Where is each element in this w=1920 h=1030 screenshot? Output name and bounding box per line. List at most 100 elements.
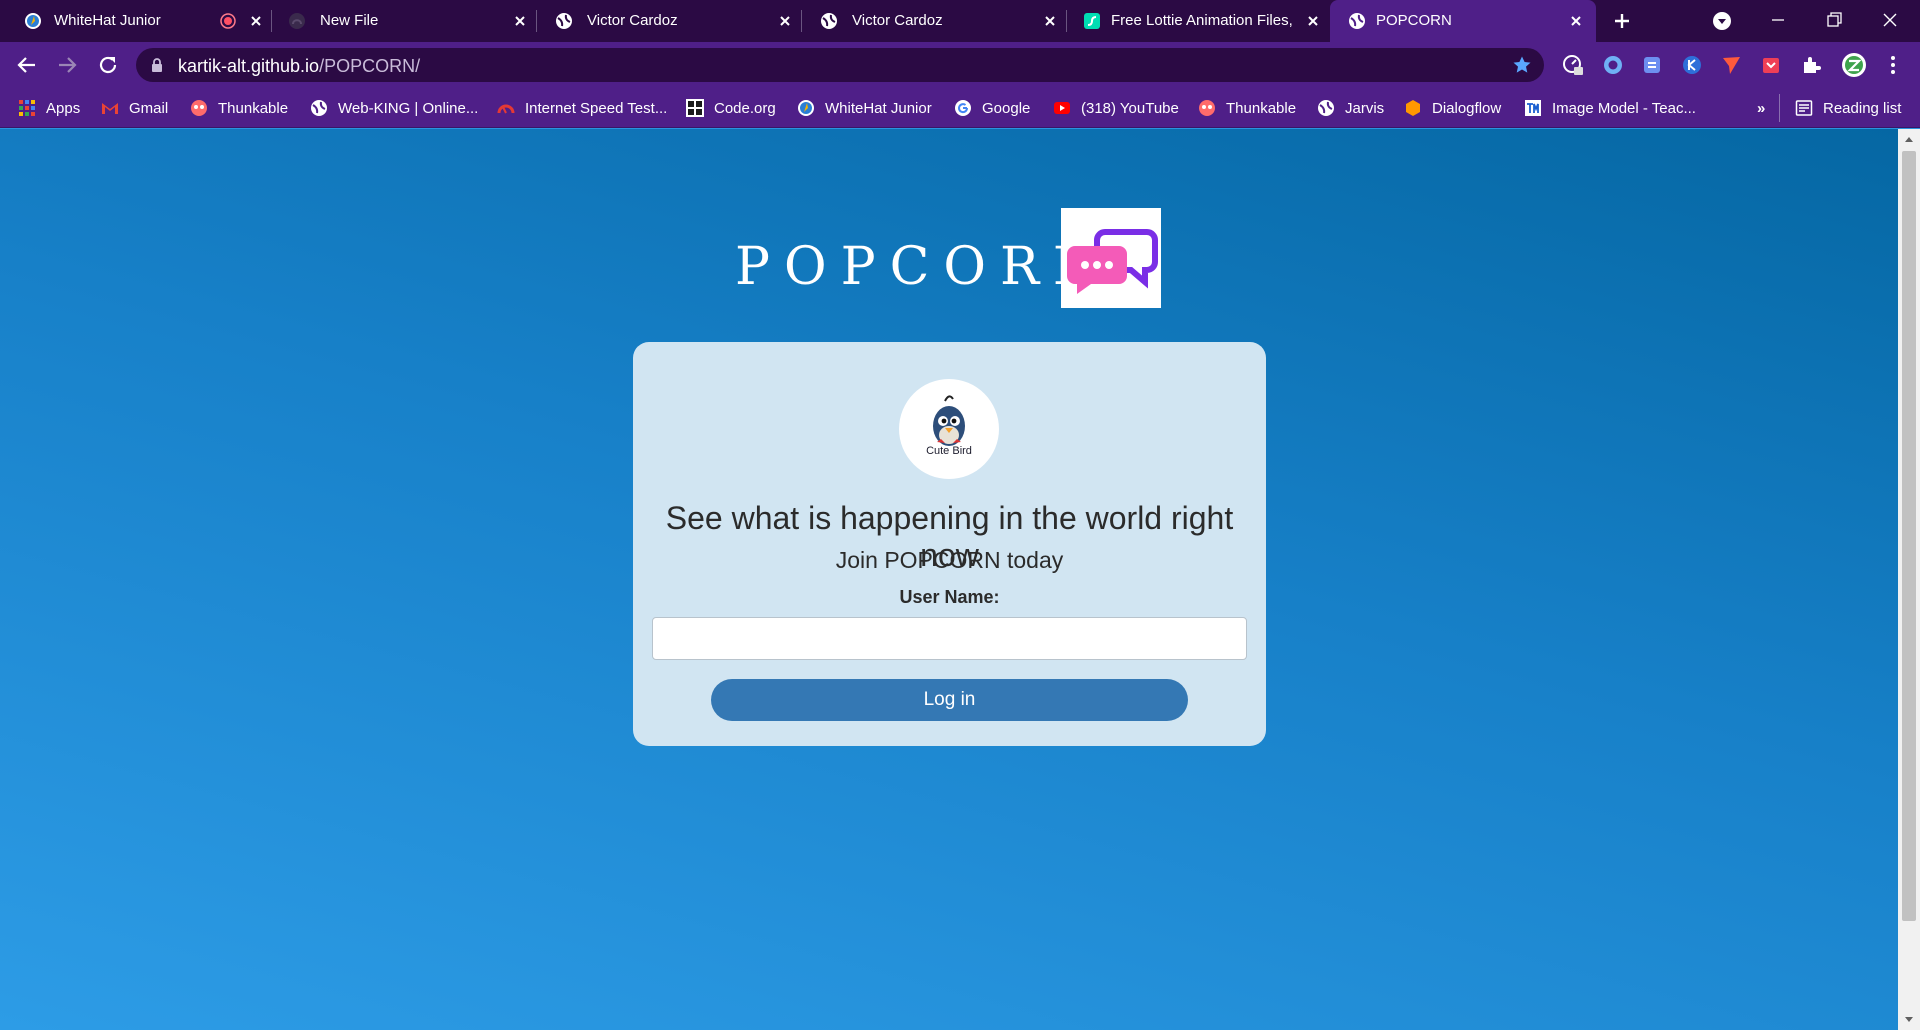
scroll-up-icon[interactable] <box>1904 135 1914 145</box>
bookmark-label: Image Model - Teac... <box>1552 99 1696 117</box>
bookmark-thunkable[interactable]: Thunkable <box>190 98 288 118</box>
speedometer-extension-icon[interactable] <box>1562 54 1584 76</box>
url-path: /POPCORN/ <box>319 56 421 76</box>
github-icon <box>288 12 306 30</box>
back-icon[interactable] <box>15 53 39 77</box>
close-window-icon[interactable] <box>1878 8 1902 32</box>
bookmarks-divider <box>1779 94 1780 122</box>
username-input[interactable] <box>652 617 1247 660</box>
reload-icon[interactable] <box>96 53 120 77</box>
bookmarks-overflow-label: » <box>1757 99 1766 117</box>
url-text: kartik-alt.github.io/POPCORN/ <box>178 56 420 77</box>
globe-icon <box>1317 99 1335 117</box>
bookmark-label: Apps <box>46 99 81 117</box>
tab-new-file[interactable]: New File <box>272 0 537 42</box>
speedtest-icon <box>497 99 515 117</box>
url-host: kartik-alt.github.io <box>178 56 320 76</box>
teachable-machine-icon <box>1524 99 1542 117</box>
bookmark-web-king[interactable]: Web-KING | Online... <box>310 98 478 118</box>
tab-victor-cardoz[interactable]: Victor Cardoz <box>537 0 802 42</box>
gmail-icon <box>101 99 119 117</box>
subheadline: Join POPCORN today <box>835 547 1064 573</box>
bookmark-label: Thunkable <box>218 99 289 117</box>
tab-whitehat-junior[interactable]: WhiteHat Junior <box>0 0 272 42</box>
youtube-icon <box>1053 99 1071 117</box>
codeorg-icon <box>686 99 704 117</box>
bookmark-label: Dialogflow <box>1432 99 1502 117</box>
username-label: User Name: <box>899 587 1000 607</box>
recording-icon <box>220 13 236 29</box>
dialogflow-icon <box>1404 99 1422 117</box>
bookmark-jarvis[interactable]: Jarvis <box>1317 98 1384 118</box>
bookmark-apps[interactable]: Apps <box>18 98 80 118</box>
circle-extension-icon[interactable] <box>1602 54 1624 76</box>
reading-list[interactable]: Reading list <box>1795 98 1901 118</box>
bird-icon <box>933 395 965 446</box>
tab-title: New File <box>320 12 379 29</box>
globe-icon <box>820 12 838 30</box>
thunkable-icon <box>190 99 208 117</box>
k-extension-icon[interactable] <box>1681 54 1703 76</box>
bookmark-thunkable-2[interactable]: Thunkable <box>1198 98 1296 118</box>
close-icon[interactable] <box>1305 13 1321 29</box>
whitehat-icon <box>797 99 815 117</box>
bookmark-speed-test[interactable]: Internet Speed Test... <box>497 98 667 118</box>
thunkable-icon <box>1198 99 1216 117</box>
tab-lottie[interactable]: Free Lottie Animation Files, <box>1067 0 1332 42</box>
new-tab-icon[interactable] <box>1612 11 1632 31</box>
apps-grid-icon <box>18 99 36 117</box>
bookmark-youtube[interactable]: (318) YouTube <box>1053 98 1179 118</box>
bookmark-label: Jarvis <box>1345 99 1385 117</box>
pocket-extension-icon[interactable] <box>1760 54 1782 76</box>
whitehat-icon <box>24 12 42 30</box>
tab-title: Victor Cardoz <box>852 12 943 29</box>
bookmark-google[interactable]: Google <box>954 98 1030 118</box>
chat-bubble-logo <box>1061 208 1161 308</box>
restore-icon[interactable] <box>1822 8 1846 32</box>
bookmark-label: Gmail <box>129 99 169 117</box>
minimize-icon[interactable] <box>1766 8 1790 32</box>
login-button[interactable]: Log in <box>711 679 1188 721</box>
bookmark-label: Google <box>982 99 1031 117</box>
bookmark-label: Internet Speed Test... <box>525 99 668 117</box>
menu-kebab-icon[interactable] <box>1882 54 1904 76</box>
address-bar[interactable]: kartik-alt.github.io/POPCORN/ <box>136 48 1544 82</box>
tab-title: Victor Cardoz <box>587 12 678 29</box>
bookmark-gmail[interactable]: Gmail <box>101 98 168 118</box>
bookmark-whitehat[interactable]: WhiteHat Junior <box>797 98 932 118</box>
profile-avatar-icon[interactable] <box>1841 52 1867 78</box>
scrollbar-thumb[interactable] <box>1902 151 1916 921</box>
close-icon[interactable] <box>1042 13 1058 29</box>
scroll-down-icon[interactable] <box>1904 1014 1914 1024</box>
lottie-icon <box>1083 12 1101 30</box>
reading-list-icon <box>1795 99 1813 117</box>
close-icon[interactable] <box>1568 13 1584 29</box>
close-icon[interactable] <box>777 13 793 29</box>
extensions-puzzle-icon[interactable] <box>1800 54 1822 76</box>
bookmark-label: Code.org <box>714 99 776 117</box>
bookmark-label: WhiteHat Junior <box>825 99 932 117</box>
bookmark-image-model[interactable]: Image Model - Teac... <box>1524 98 1696 118</box>
cursor-extension-icon[interactable] <box>1720 54 1742 76</box>
tab-search-icon[interactable] <box>1712 11 1732 31</box>
tab-popcorn[interactable]: POPCORN <box>1330 0 1596 42</box>
bookmark-label: (318) YouTube <box>1081 99 1179 117</box>
tab-title: POPCORN <box>1376 12 1452 29</box>
bookmark-dialogflow[interactable]: Dialogflow <box>1404 98 1501 118</box>
page-scrollbar[interactable] <box>1898 129 1920 1030</box>
close-icon[interactable] <box>512 13 528 29</box>
bookmark-star-icon[interactable] <box>1512 55 1532 75</box>
bookmarks-overflow[interactable]: » <box>1757 98 1765 118</box>
bookmark-label: Thunkable <box>1226 99 1297 117</box>
lock-icon[interactable] <box>150 58 164 72</box>
bookmark-label: Web-KING | Online... <box>338 99 479 117</box>
forward-icon[interactable] <box>55 53 79 77</box>
login-card: Cute Bird See what is happening in the w… <box>633 342 1266 746</box>
tab-strip: WhiteHat Junior New File Victor Cardoz V… <box>0 0 1920 42</box>
reading-list-label: Reading list <box>1823 99 1902 117</box>
bookmarks-bar: Apps Gmail Thunkable Web-KING | Online..… <box>0 88 1920 128</box>
tab-victor-cardoz-2[interactable]: Victor Cardoz <box>802 0 1067 42</box>
document-extension-icon[interactable] <box>1641 54 1663 76</box>
close-icon[interactable] <box>248 13 264 29</box>
bookmark-codeorg[interactable]: Code.org <box>686 98 776 118</box>
